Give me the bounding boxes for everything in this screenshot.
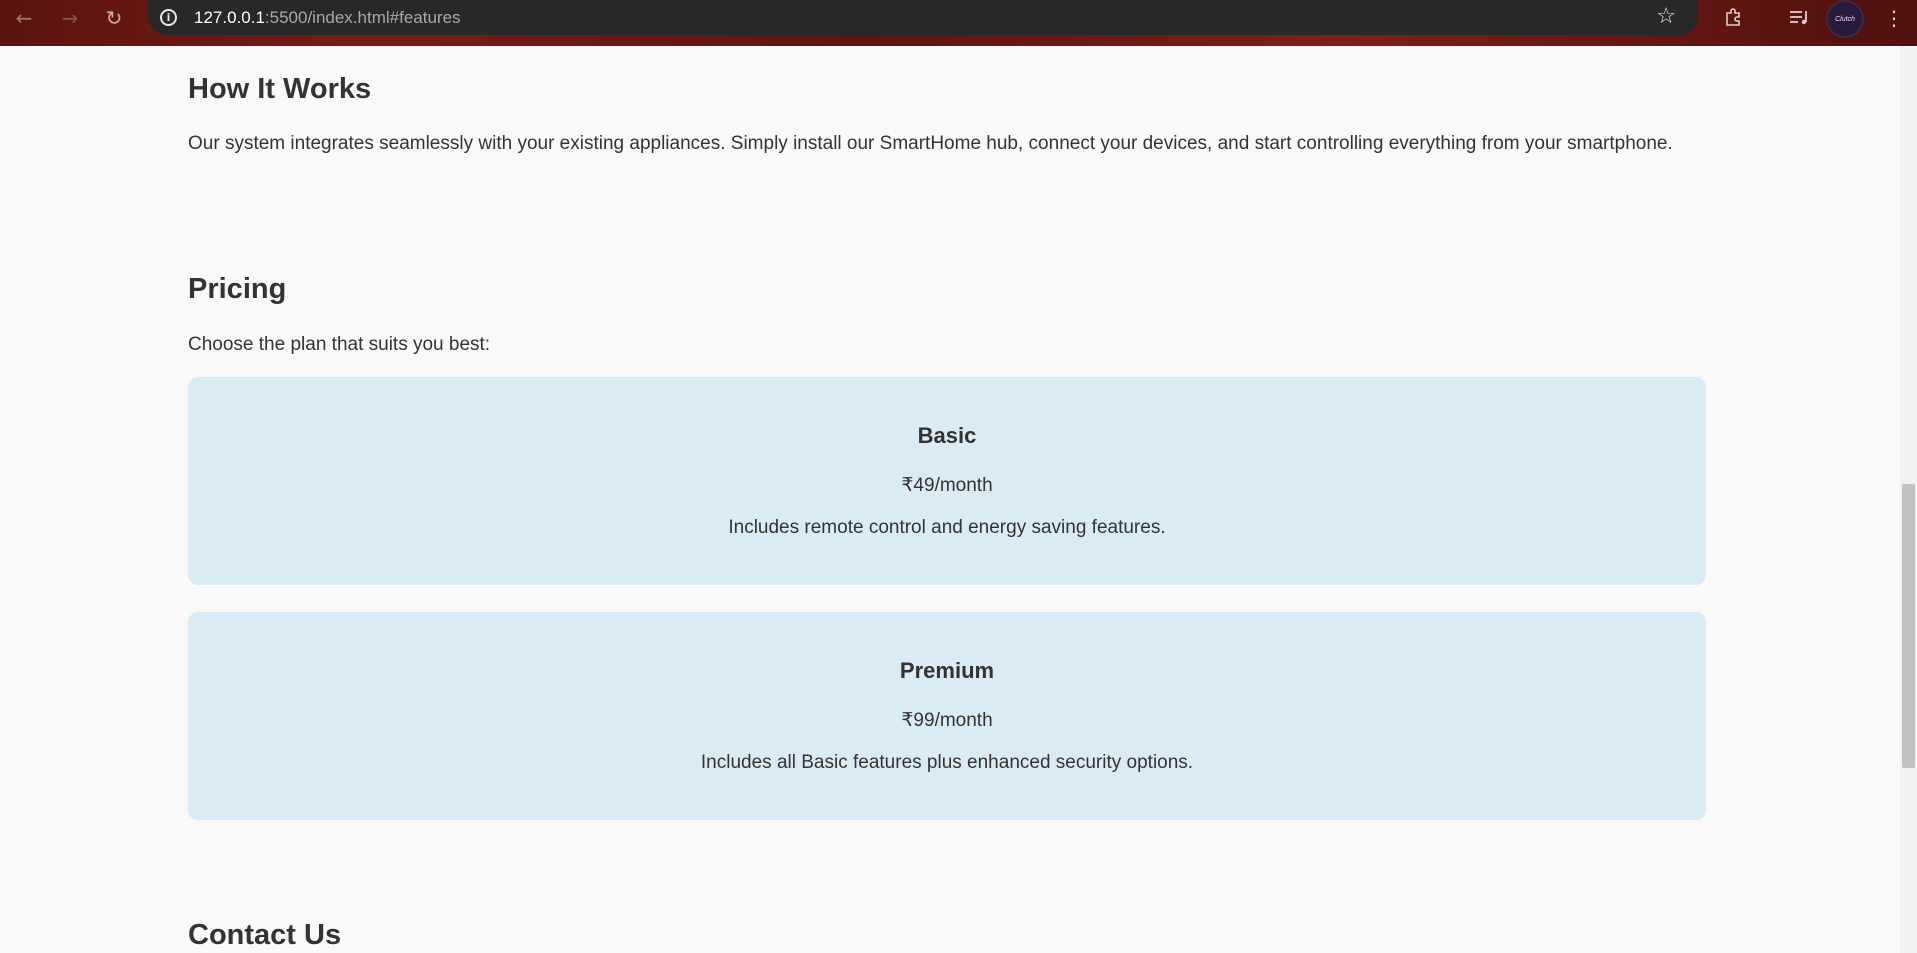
plan-name: Premium [899,658,995,683]
how-it-works-text: Our system integrates seamlessly with yo… [188,133,1673,154]
menu-kebab-icon[interactable]: ⋮ [1884,3,1904,33]
plan-card-premium: Premium ₹99/month Includes all Basic fea… [188,612,1706,820]
profile-avatar[interactable]: Clutch [1826,0,1864,38]
extensions-icon[interactable] [1722,6,1744,28]
plan-description: Includes all Basic features plus enhance… [700,752,1194,773]
pricing-heading: Pricing [188,273,287,305]
bookmark-star-icon[interactable]: ☆ [1656,4,1676,29]
plan-price: ₹99/month [901,710,993,731]
contact-heading: Contact Us [188,919,342,951]
address-bar[interactable]: i 127.0.0.1:5500/index.html#features ☆ [148,0,1698,35]
site-info-icon[interactable]: i [160,9,177,26]
plan-price: ₹49/month [901,475,993,496]
how-it-works-heading: How It Works [188,73,372,105]
plan-name: Basic [917,423,977,448]
media-controls-icon[interactable] [1788,6,1810,28]
browser-toolbar: ← → ↻ i 127.0.0.1:5500/index.html#featur… [0,0,1917,46]
page-content: How It Works Our system integrates seaml… [0,46,1900,953]
pricing-intro: Choose the plan that suits you best: [188,334,491,355]
url-host: 127.0.0.1 [194,7,265,27]
plan-card-basic: Basic ₹49/month Includes remote control … [188,377,1706,585]
scrollbar-thumb[interactable] [1902,484,1915,768]
forward-arrow-icon[interactable]: → [56,4,84,32]
back-arrow-icon[interactable]: ← [10,4,38,32]
plan-description: Includes remote control and energy savin… [728,517,1166,538]
reload-icon[interactable]: ↻ [100,4,128,32]
url-path: :5500/index.html#features [264,7,461,27]
